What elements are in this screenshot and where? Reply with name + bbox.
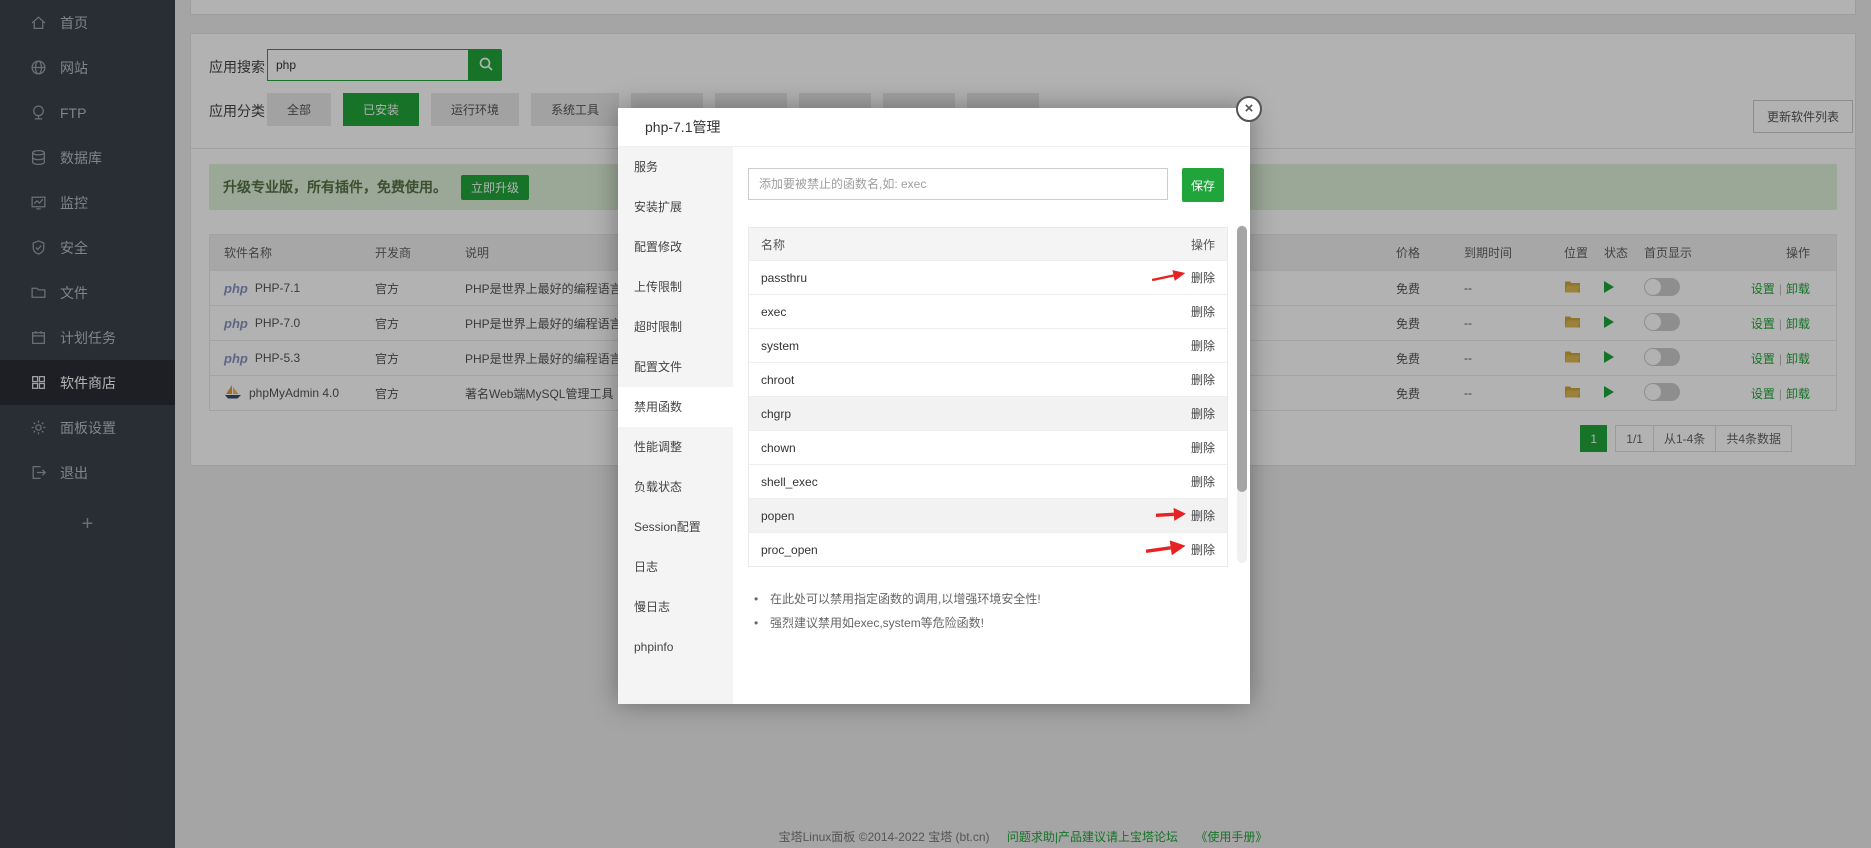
function-row: popen 删除 xyxy=(749,498,1227,532)
name-header: 名称 xyxy=(761,236,785,253)
note-item: 在此处可以禁用指定函数的调用,以增强环境安全性! xyxy=(748,587,1228,611)
modal-tab[interactable]: 慢日志 xyxy=(618,587,733,627)
function-actions: 删除 xyxy=(1191,439,1215,456)
scrollbar-thumb[interactable] xyxy=(1237,226,1247,492)
modal-tab[interactable]: Session配置 xyxy=(618,507,733,547)
delete-link[interactable]: 删除 xyxy=(1191,303,1215,320)
red-arrow-icon xyxy=(1151,267,1187,288)
modal-tab[interactable]: phpinfo xyxy=(618,627,733,667)
modal-tab[interactable]: 日志 xyxy=(618,547,733,587)
function-actions: 删除 xyxy=(1191,473,1215,490)
modal-tab[interactable]: 超时限制 xyxy=(618,307,733,347)
function-name: chgrp xyxy=(761,407,791,421)
function-row: proc_open 删除 xyxy=(749,532,1227,566)
delete-link[interactable]: 删除 xyxy=(1191,473,1215,490)
notes-list: 在此处可以禁用指定函数的调用,以增强环境安全性!强烈建议禁用如exec,syst… xyxy=(748,587,1228,635)
function-name: chroot xyxy=(761,373,794,387)
modal-tab[interactable]: 配置修改 xyxy=(618,227,733,267)
modal-tab[interactable]: 配置文件 xyxy=(618,347,733,387)
function-name: system xyxy=(761,339,799,353)
red-arrow-icon xyxy=(1145,538,1187,561)
modal-tab-list: 服务安装扩展配置修改上传限制超时限制配置文件禁用函数性能调整负载状态Sessio… xyxy=(618,147,733,704)
function-row: chown 删除 xyxy=(749,430,1227,464)
function-actions: 删除 xyxy=(1191,371,1215,388)
function-actions: 删除 xyxy=(1156,507,1215,524)
function-row: passthru 删除 xyxy=(749,260,1227,294)
modal-tab[interactable]: 上传限制 xyxy=(618,267,733,307)
function-row: exec 删除 xyxy=(749,294,1227,328)
delete-link[interactable]: 删除 xyxy=(1191,439,1215,456)
disabled-function-list: 名称操作passthru删除exec删除system删除chroot删除chgr… xyxy=(748,227,1228,567)
scrollbar[interactable] xyxy=(1237,225,1247,563)
delete-link[interactable]: 删除 xyxy=(1191,541,1215,558)
function-name: proc_open xyxy=(761,543,818,557)
function-name: exec xyxy=(761,305,786,319)
modal-body: 服务安装扩展配置修改上传限制超时限制配置文件禁用函数性能调整负载状态Sessio… xyxy=(618,147,1250,704)
function-actions: 删除 xyxy=(1191,303,1215,320)
function-actions: 删除 xyxy=(1191,405,1215,422)
modal-title: php-7.1管理 xyxy=(618,108,1250,147)
note-item: 强烈建议禁用如exec,system等危险函数! xyxy=(748,611,1228,635)
function-name: chown xyxy=(761,441,796,455)
disable-function-input[interactable] xyxy=(748,168,1168,200)
red-arrow-icon xyxy=(1156,507,1187,525)
php-manage-modal: php-7.1管理 × 服务安装扩展配置修改上传限制超时限制配置文件禁用函数性能… xyxy=(618,108,1250,704)
modal-tab[interactable]: 负载状态 xyxy=(618,467,733,507)
function-actions: 删除 xyxy=(1152,269,1215,286)
delete-link[interactable]: 删除 xyxy=(1191,371,1215,388)
modal-content: 保存 名称操作passthru删除exec删除system删除chroot删除c… xyxy=(733,147,1250,704)
function-name: passthru xyxy=(761,271,807,285)
function-input-row: 保存 xyxy=(748,168,1228,202)
function-actions: 删除 xyxy=(1146,541,1215,559)
function-row: shell_exec 删除 xyxy=(749,464,1227,498)
close-icon[interactable]: × xyxy=(1236,96,1262,122)
function-row: chgrp 删除 xyxy=(749,396,1227,430)
action-header: 操作 xyxy=(1191,236,1215,253)
delete-link[interactable]: 删除 xyxy=(1191,507,1215,524)
save-button[interactable]: 保存 xyxy=(1182,168,1224,202)
delete-link[interactable]: 删除 xyxy=(1191,337,1215,354)
function-row: system 删除 xyxy=(749,328,1227,362)
modal-tab[interactable]: 禁用函数 xyxy=(618,387,733,427)
function-actions: 删除 xyxy=(1191,337,1215,354)
modal-tab[interactable]: 性能调整 xyxy=(618,427,733,467)
function-name: shell_exec xyxy=(761,475,818,489)
function-row: chroot 删除 xyxy=(749,362,1227,396)
modal-tab[interactable]: 服务 xyxy=(618,147,733,187)
delete-link[interactable]: 删除 xyxy=(1191,405,1215,422)
delete-link[interactable]: 删除 xyxy=(1191,269,1215,286)
function-name: popen xyxy=(761,509,794,523)
modal-tab[interactable]: 安装扩展 xyxy=(618,187,733,227)
function-list-header: 名称 操作 xyxy=(749,228,1227,260)
